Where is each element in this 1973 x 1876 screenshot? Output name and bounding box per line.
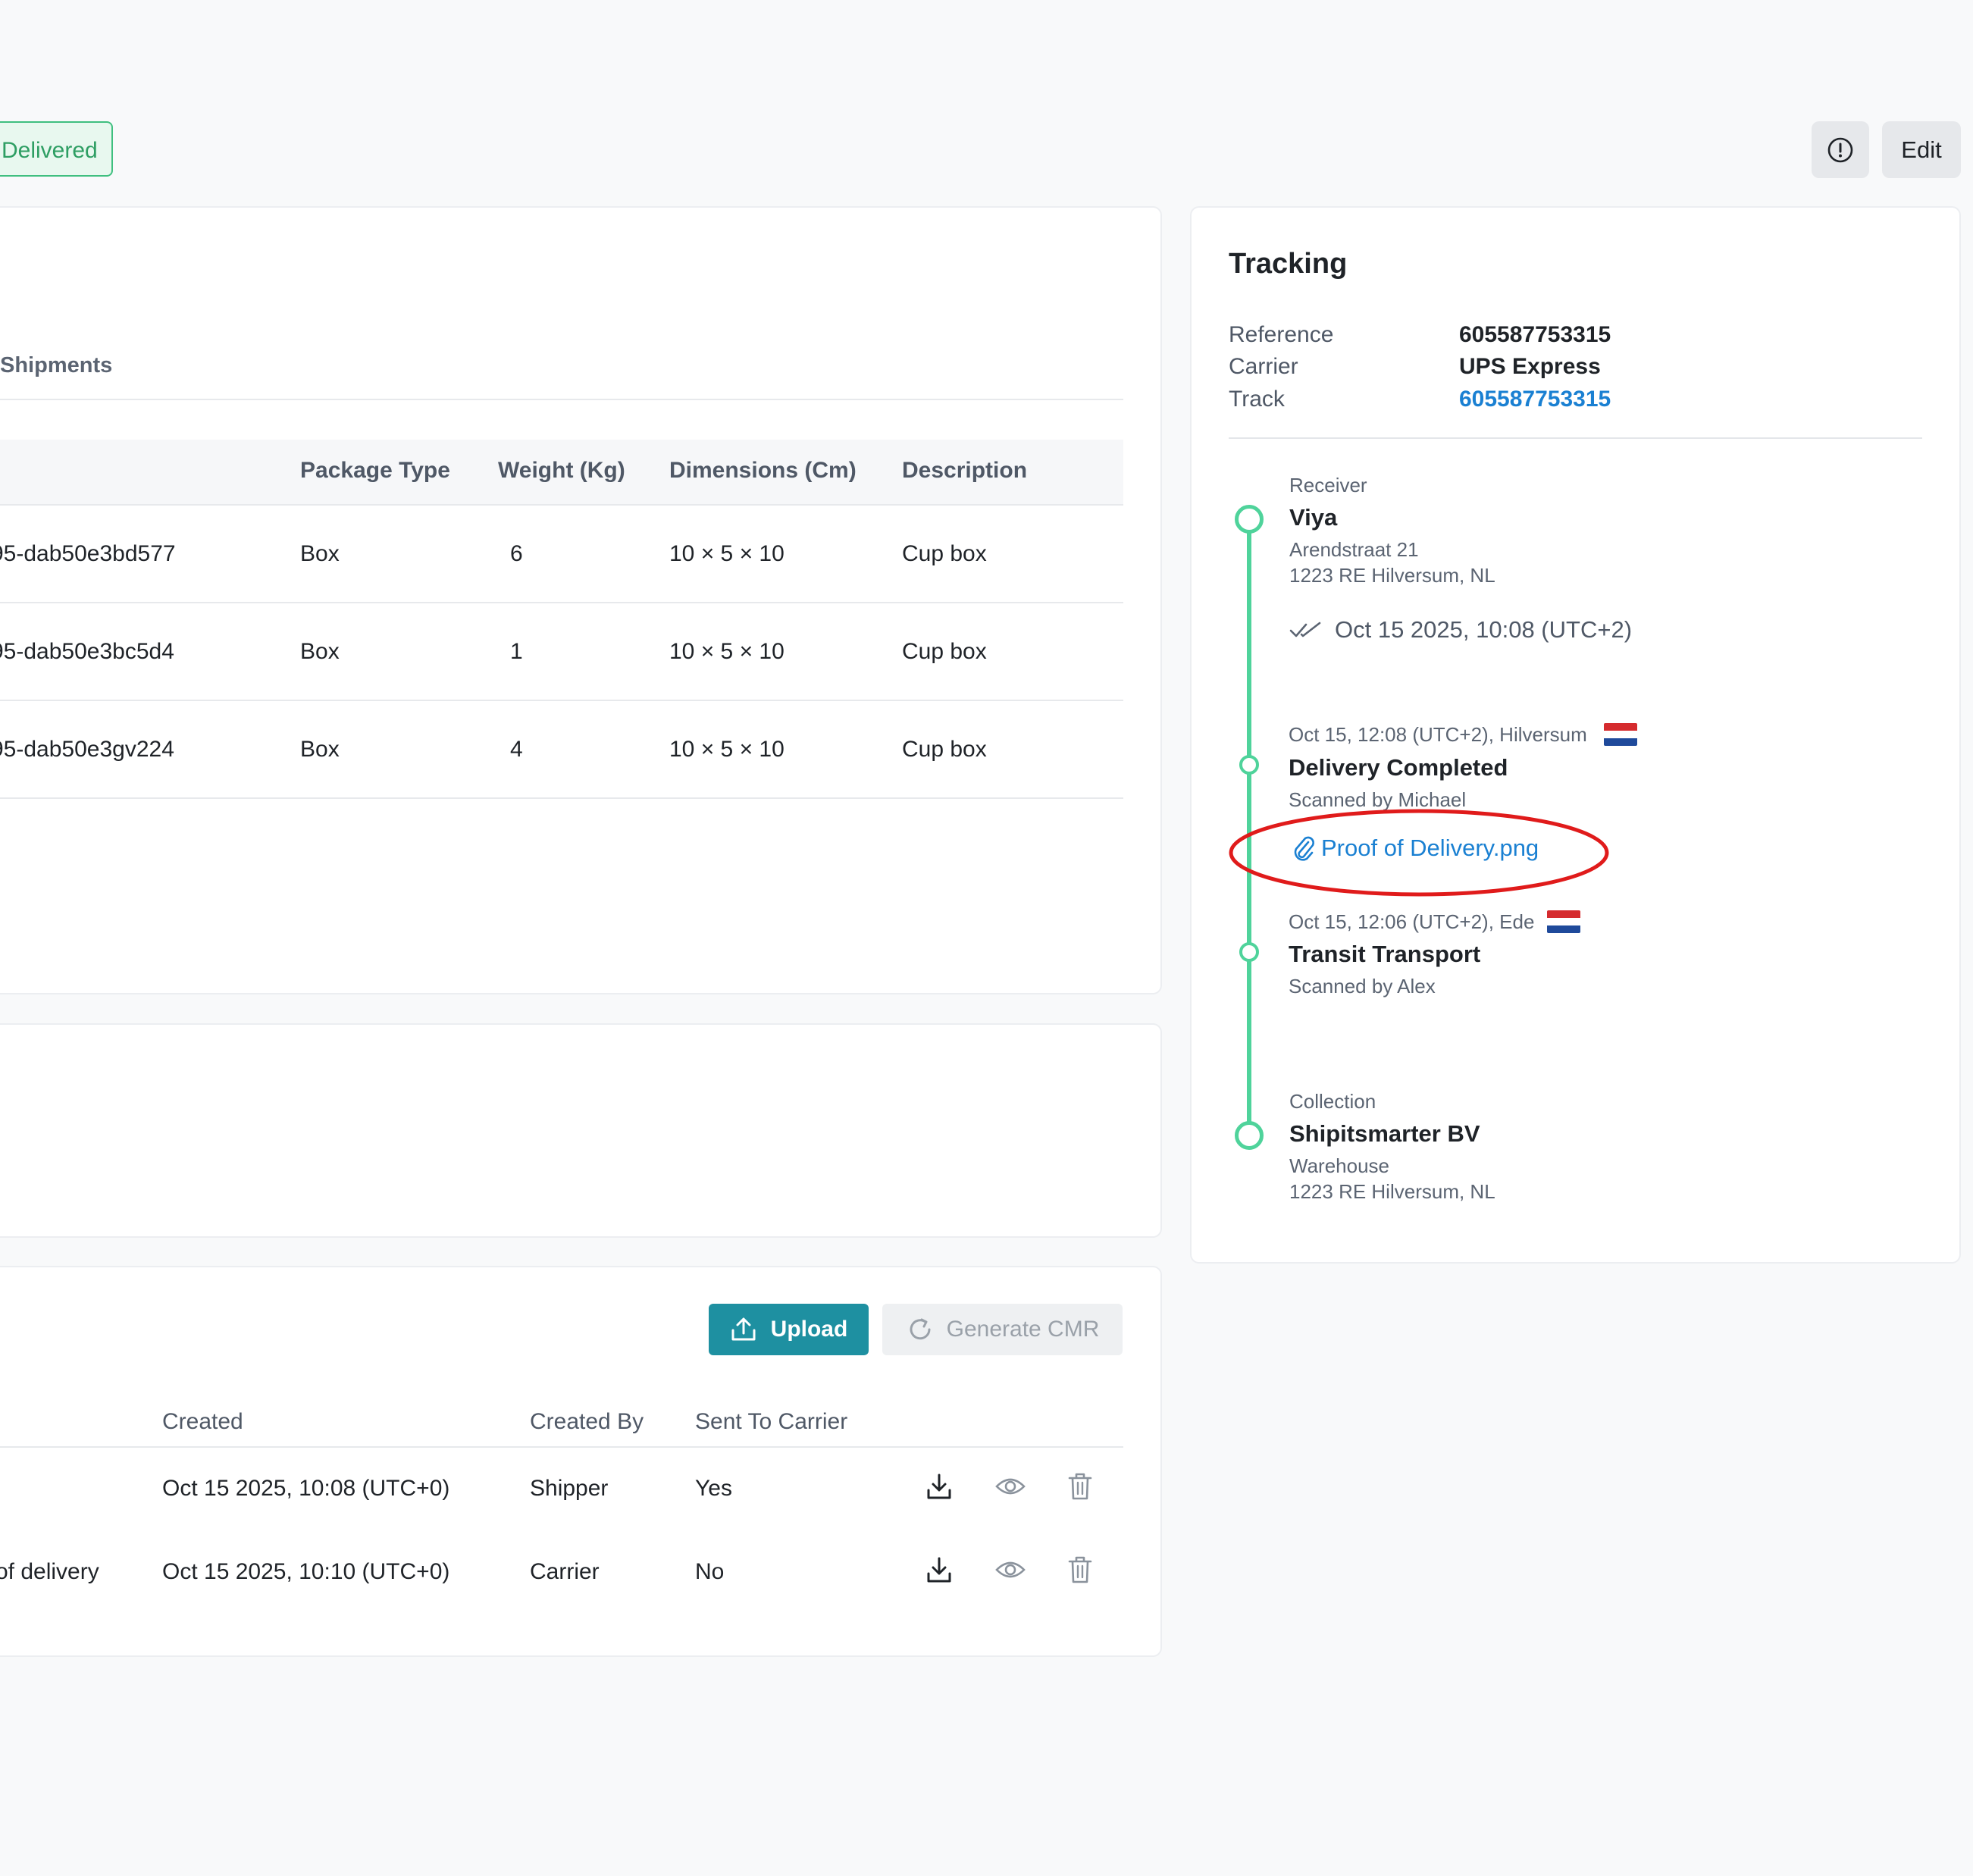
tab-shipments[interactable]: Shipments bbox=[0, 353, 112, 378]
generate-cmr-label: Generate CMR bbox=[946, 1317, 1100, 1342]
timeline-node-receiver bbox=[1235, 505, 1264, 534]
collection-label: Collection bbox=[1289, 1090, 1376, 1113]
package-dimensions: 10 × 5 × 10 bbox=[669, 541, 785, 566]
collection-name: Shipitsmarter BV bbox=[1289, 1120, 1480, 1147]
document-sent: Yes bbox=[695, 1476, 732, 1501]
download-icon[interactable] bbox=[925, 1472, 954, 1502]
package-id: 95-dab50e3gv224 bbox=[0, 737, 174, 762]
timeline-node-collection bbox=[1235, 1121, 1264, 1150]
package-dimensions: 10 × 5 × 10 bbox=[669, 737, 785, 762]
event-subtitle: Scanned by Alex bbox=[1289, 975, 1436, 998]
info-card bbox=[0, 1023, 1162, 1238]
eye-icon[interactable] bbox=[994, 1474, 1026, 1499]
col-description: Description bbox=[902, 458, 1028, 483]
package-dimensions: 10 × 5 × 10 bbox=[669, 639, 785, 664]
event-meta: Oct 15, 12:08 (UTC+2), Hilversum bbox=[1289, 723, 1587, 746]
package-type: Box bbox=[300, 737, 340, 762]
package-weight: 4 bbox=[510, 737, 523, 762]
col-weight: Weight (Kg) bbox=[498, 458, 625, 483]
document-created-by: Carrier bbox=[530, 1559, 600, 1584]
package-id: 95-dab50e3bc5d4 bbox=[0, 639, 174, 664]
table-row[interactable]: 95-dab50e3bc5d4 Box 1 10 × 5 × 10 Cup bo… bbox=[0, 604, 1123, 700]
reference-value: 605587753315 bbox=[1459, 322, 1611, 347]
col-package-type: Package Type bbox=[300, 458, 450, 483]
delivered-timestamp: Oct 15 2025, 10:08 (UTC+2) bbox=[1335, 616, 1633, 643]
receiver-label: Receiver bbox=[1289, 474, 1367, 496]
track-label: Track bbox=[1229, 387, 1285, 412]
table-row[interactable]: 95-dab50e3gv224 Box 4 10 × 5 × 10 Cup bo… bbox=[0, 702, 1123, 797]
row-divider bbox=[0, 602, 1123, 603]
info-button[interactable] bbox=[1812, 121, 1869, 178]
netherlands-flag-icon bbox=[1604, 723, 1637, 746]
receiver-name: Viya bbox=[1289, 504, 1338, 531]
package-description: Cup box bbox=[902, 541, 987, 566]
collection-address-line1: Warehouse bbox=[1289, 1154, 1389, 1177]
upload-icon bbox=[731, 1317, 756, 1341]
collection-address-line2: 1223 RE Hilversum, NL bbox=[1289, 1180, 1495, 1203]
package-id: 95-dab50e3bd577 bbox=[0, 541, 176, 566]
event-title: Delivery Completed bbox=[1289, 754, 1508, 781]
info-circle-icon bbox=[1827, 137, 1853, 162]
document-sent: No bbox=[695, 1559, 725, 1584]
event-title: Transit Transport bbox=[1289, 941, 1481, 967]
refresh-icon bbox=[910, 1318, 931, 1340]
package-description: Cup box bbox=[902, 737, 987, 762]
table-row[interactable]: 95-dab50e3bd577 Box 6 10 × 5 × 10 Cup bo… bbox=[0, 506, 1123, 602]
receiver-address-line2: 1223 RE Hilversum, NL bbox=[1289, 564, 1495, 587]
edit-button[interactable]: Edit bbox=[1882, 121, 1961, 178]
row-divider bbox=[0, 797, 1123, 799]
document-created: Oct 15 2025, 10:08 (UTC+0) bbox=[162, 1476, 450, 1501]
reference-label: Reference bbox=[1229, 322, 1334, 347]
package-weight: 6 bbox=[510, 541, 523, 566]
col-created: Created bbox=[162, 1409, 243, 1434]
trash-icon[interactable] bbox=[1067, 1555, 1093, 1585]
table-row[interactable]: Oct 15 2025, 10:08 (UTC+0) Shipper Yes bbox=[0, 1449, 1123, 1533]
carrier-label: Carrier bbox=[1229, 354, 1298, 379]
package-weight: 1 bbox=[510, 639, 523, 664]
trash-icon[interactable] bbox=[1067, 1471, 1093, 1502]
track-link[interactable]: 605587753315 bbox=[1459, 387, 1611, 412]
timeline-node-event bbox=[1239, 755, 1259, 775]
package-description: Cup box bbox=[902, 639, 987, 664]
double-check-icon bbox=[1289, 622, 1321, 637]
row-divider bbox=[0, 700, 1123, 701]
package-type: Box bbox=[300, 639, 340, 664]
table-row[interactable]: of delivery Oct 15 2025, 10:10 (UTC+0) C… bbox=[0, 1533, 1123, 1616]
carrier-value: UPS Express bbox=[1459, 354, 1601, 379]
tracking-title: Tracking bbox=[1229, 248, 1348, 280]
highlight-ellipse bbox=[1229, 809, 1609, 897]
document-created: Oct 15 2025, 10:10 (UTC+0) bbox=[162, 1559, 450, 1584]
row-divider bbox=[0, 1446, 1123, 1448]
tab-divider bbox=[0, 399, 1123, 400]
netherlands-flag-icon bbox=[1547, 910, 1580, 933]
status-badge: Delivered bbox=[0, 121, 113, 177]
col-dimensions: Dimensions (Cm) bbox=[669, 458, 857, 483]
document-created-by: Shipper bbox=[530, 1476, 609, 1501]
download-icon[interactable] bbox=[925, 1555, 954, 1586]
document-name: of delivery bbox=[0, 1559, 99, 1584]
col-sent-to-carrier: Sent To Carrier bbox=[695, 1409, 848, 1434]
col-created-by: Created By bbox=[530, 1409, 644, 1434]
event-meta: Oct 15, 12:06 (UTC+2), Ede bbox=[1289, 910, 1535, 933]
row-divider bbox=[0, 504, 1123, 506]
upload-label: Upload bbox=[770, 1317, 848, 1342]
upload-button[interactable]: Upload bbox=[709, 1304, 869, 1355]
generate-cmr-button[interactable]: Generate CMR bbox=[882, 1304, 1123, 1355]
timeline-node-event bbox=[1239, 942, 1259, 962]
receiver-address-line1: Arendstraat 21 bbox=[1289, 538, 1419, 561]
package-type: Box bbox=[300, 541, 340, 566]
tracking-divider bbox=[1229, 437, 1922, 439]
eye-icon[interactable] bbox=[994, 1558, 1026, 1582]
